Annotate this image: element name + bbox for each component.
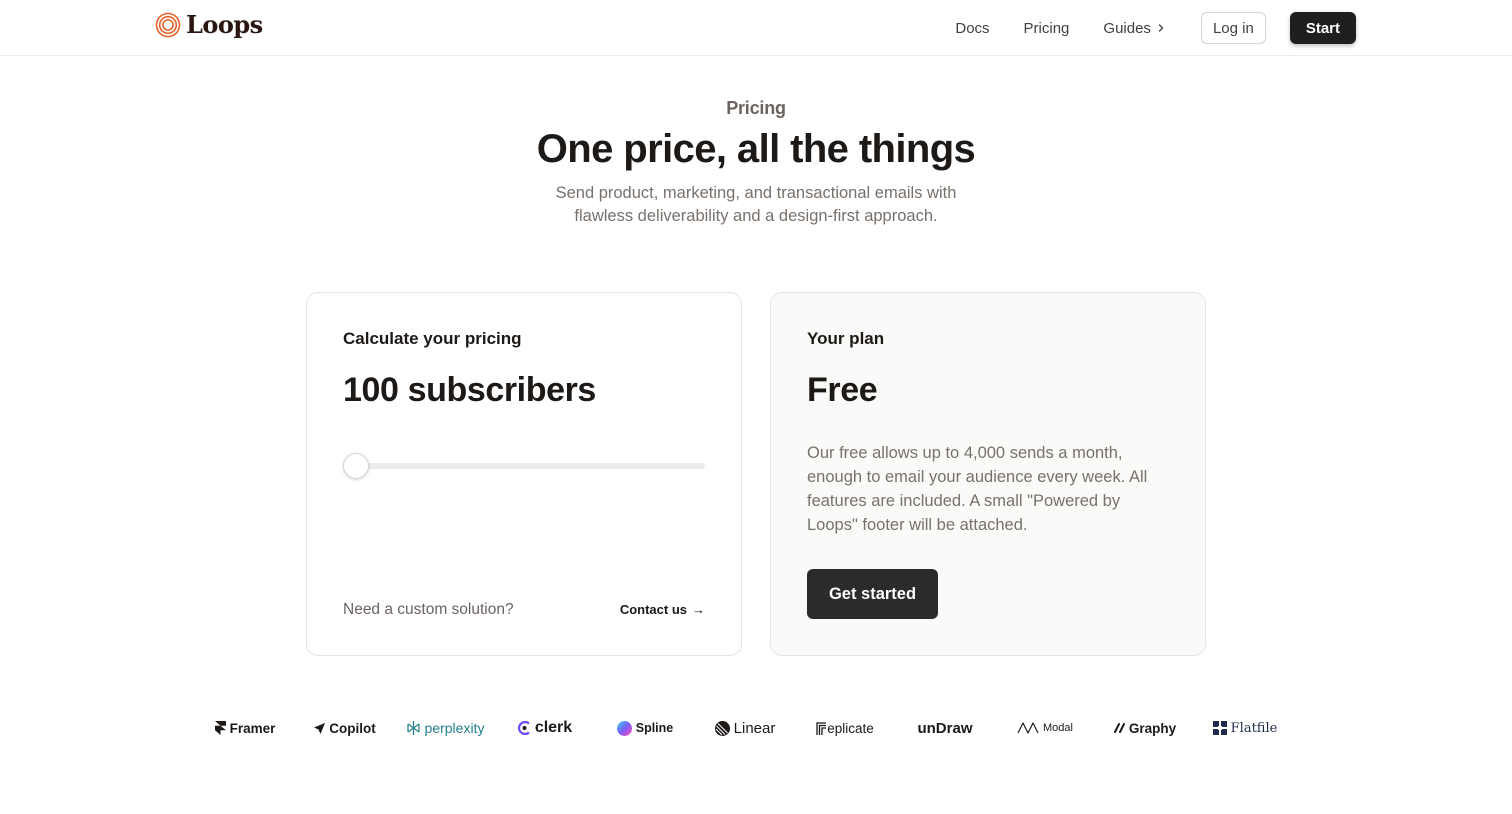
hero-eyebrow: Pricing <box>726 98 786 118</box>
site-header: Loops Docs Pricing Guides Log in Start <box>0 0 1512 56</box>
brand-name: Loops <box>186 10 263 39</box>
logo-copilot: Copilot <box>295 721 395 736</box>
pricing-hero: Pricing One price, all the things Send p… <box>0 98 1512 228</box>
custom-solution-text: Need a custom solution? <box>343 601 514 618</box>
logo-replicate-label: eplicate <box>827 720 874 736</box>
hero-subtitle: Send product, marketing, and transaction… <box>555 184 957 225</box>
logo-copilot-label: Copilot <box>329 720 376 736</box>
contact-us-label: Contact us <box>619 602 687 617</box>
linear-icon <box>714 720 730 736</box>
loops-logo-link[interactable]: Loops <box>155 10 263 39</box>
logo-perplexity: perplexity <box>395 720 495 736</box>
logo-framer: Framer <box>195 721 295 736</box>
pricing-calculator-card: Calculate your pricing 100 subscribers N… <box>306 292 742 656</box>
login-button[interactable]: Log in <box>1200 12 1266 44</box>
contact-us-link[interactable]: Contact us → <box>620 602 705 617</box>
subscriber-slider[interactable] <box>343 453 705 479</box>
logo-clerk-label: clerk <box>534 719 573 736</box>
logo-spline-label: Spline <box>635 721 674 735</box>
plan-label: Your plan <box>807 329 885 348</box>
arrow-right-icon: → <box>692 602 705 617</box>
nav-docs[interactable]: Docs <box>955 20 989 37</box>
logo-modal: Modal <box>995 722 1095 734</box>
loops-logo-icon <box>155 12 181 37</box>
logo-linear-label: Linear <box>733 719 776 737</box>
chevron-right-icon <box>1158 24 1164 32</box>
logo-replicate: eplicate <box>795 721 895 736</box>
nav-guides[interactable]: Guides <box>1103 20 1165 37</box>
logo-linear: Linear <box>695 720 795 737</box>
logo-flatfile-label: Flatfile <box>1230 720 1278 736</box>
clerk-icon <box>517 721 530 735</box>
flatfile-icon <box>1212 721 1227 735</box>
main-nav: Docs Pricing Guides Log in Start <box>955 12 1356 44</box>
replicate-icon <box>816 721 827 735</box>
framer-icon <box>214 721 226 735</box>
modal-icon <box>1017 722 1039 734</box>
perplexity-icon <box>406 721 420 735</box>
logo-modal-label: Modal <box>1043 722 1073 734</box>
logo-undraw-label: unDraw <box>917 719 973 737</box>
logo-perplexity-label: perplexity <box>424 720 485 736</box>
logo-graphy-label: Graphy <box>1128 720 1177 736</box>
page-title: One price, all the things <box>536 127 976 171</box>
customer-logos: Framer Copilot perplexity clerk Spline L… <box>195 710 1315 746</box>
calculator-label: Calculate your pricing <box>343 329 522 348</box>
slider-thumb[interactable] <box>343 453 369 479</box>
slider-track[interactable] <box>343 463 705 469</box>
graphy-icon <box>1113 723 1125 733</box>
get-started-button[interactable]: Get started <box>807 569 938 619</box>
start-button[interactable]: Start <box>1289 12 1356 44</box>
subscriber-count: 100 subscribers <box>343 371 596 409</box>
spline-icon <box>616 720 632 736</box>
nav-pricing[interactable]: Pricing <box>1024 20 1070 37</box>
logo-clerk: clerk <box>495 719 595 737</box>
logo-undraw: unDraw <box>895 720 995 737</box>
logo-framer-label: Framer <box>229 720 276 736</box>
nav-guides-label: Guides <box>1103 19 1151 37</box>
plan-description: Our free allows up to 4,000 sends a mont… <box>807 444 1148 534</box>
logo-graphy: Graphy <box>1095 721 1195 736</box>
logo-flatfile: Flatfile <box>1195 721 1295 736</box>
logo-spline: Spline <box>595 720 695 736</box>
send-arrow-icon <box>314 722 326 734</box>
plan-card: Your plan Free Our free allows up to 4,0… <box>770 292 1206 656</box>
plan-name: Free <box>807 371 878 409</box>
